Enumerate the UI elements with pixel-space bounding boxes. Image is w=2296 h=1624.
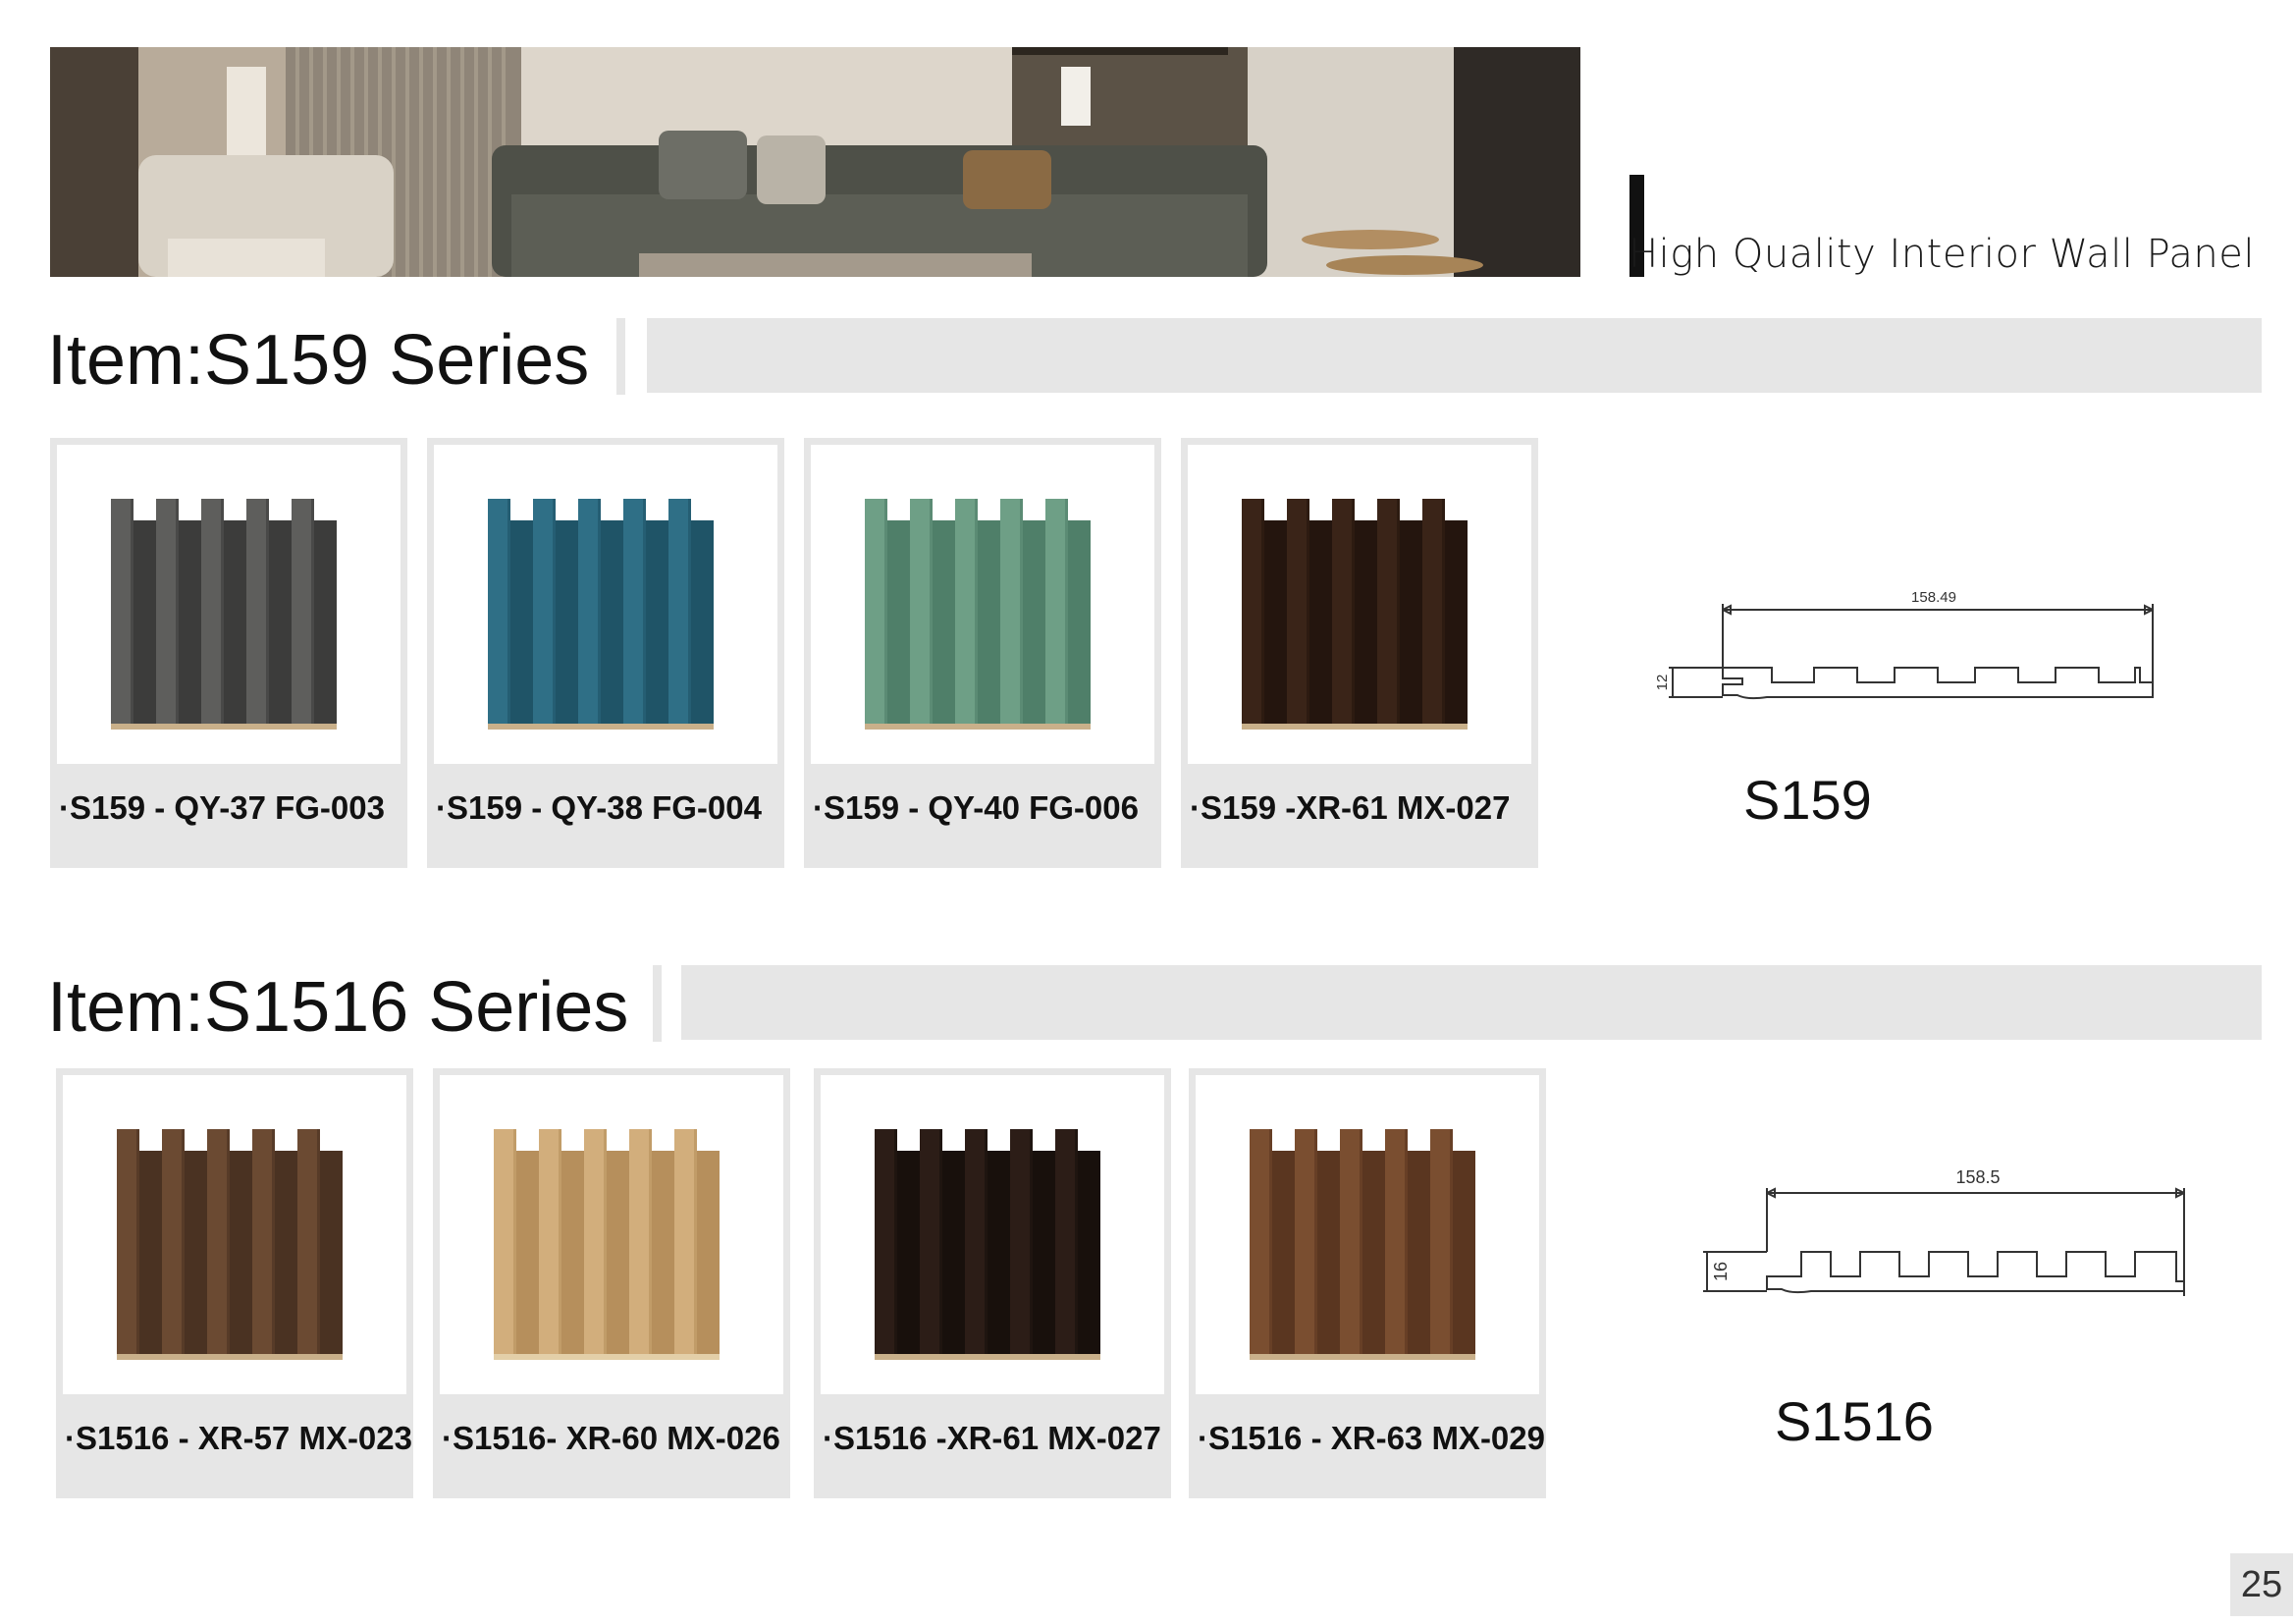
- product-card[interactable]: ·S159 - QY-40 FG-006: [804, 438, 1161, 868]
- product-label: ·S159 - QY-40 FG-006: [813, 789, 1139, 826]
- product-label: ·S159 - QY-37 FG-003: [59, 789, 385, 826]
- profile-width-dimension: 158.5: [1955, 1167, 2000, 1187]
- product-label: ·S159 -XR-61 MX-027: [1190, 789, 1511, 826]
- product-card[interactable]: ·S1516 - XR-57 MX-023: [56, 1068, 413, 1498]
- series-title: Item:S1516 Series: [47, 968, 629, 1047]
- product-label: ·S159 - QY-38 FG-004: [436, 789, 762, 826]
- profile-height-dimension: 12: [1654, 675, 1671, 691]
- series-title-band: [647, 318, 2262, 393]
- panel-swatch-image: [821, 1075, 1164, 1394]
- product-card[interactable]: ·S159 - QY-38 FG-004: [427, 438, 784, 868]
- profile-name: S159: [1743, 769, 1872, 831]
- product-label: ·S1516 -XR-61 MX-027: [823, 1420, 1161, 1456]
- series-title-band: [681, 965, 2262, 1040]
- product-label: ·S1516 - XR-57 MX-023: [65, 1420, 412, 1456]
- product-card[interactable]: ·S1516 -XR-61 MX-027: [814, 1068, 1171, 1498]
- panel-swatch-image: [1196, 1075, 1539, 1394]
- series-separator: [653, 965, 662, 1042]
- product-label: ·S1516 - XR-63 MX-029: [1198, 1420, 1545, 1456]
- panel-swatch-image: [57, 445, 400, 764]
- profile-cross-section-drawing: 158.5 16: [1693, 1164, 2204, 1316]
- profile-cross-section-drawing: 158.49 12: [1649, 584, 2160, 727]
- panel-swatch-image: [1188, 445, 1531, 764]
- profile-name: S1516: [1775, 1390, 1934, 1452]
- product-card[interactable]: ·S159 -XR-61 MX-027: [1181, 438, 1538, 868]
- profile-width-dimension: 158.49: [1911, 589, 1956, 606]
- product-label: ·S1516- XR-60 MX-026: [442, 1420, 780, 1456]
- product-card[interactable]: ·S1516- XR-60 MX-026: [433, 1068, 790, 1498]
- panel-swatch-image: [63, 1075, 406, 1394]
- product-card[interactable]: ·S1516 - XR-63 MX-029: [1189, 1068, 1546, 1498]
- series-separator: [616, 318, 625, 395]
- series-title: Item:S159 Series: [47, 321, 590, 400]
- panel-swatch-image: [440, 1075, 783, 1394]
- tagline: High Quality Interior Wall Panel: [1629, 232, 2255, 277]
- panel-swatch-image: [434, 445, 777, 764]
- panel-swatch-image: [811, 445, 1154, 764]
- profile-height-dimension: 16: [1711, 1262, 1731, 1281]
- hero-banner-image: [50, 47, 1580, 277]
- product-card[interactable]: ·S159 - QY-37 FG-003: [50, 438, 407, 868]
- page-number: 25: [2230, 1553, 2293, 1616]
